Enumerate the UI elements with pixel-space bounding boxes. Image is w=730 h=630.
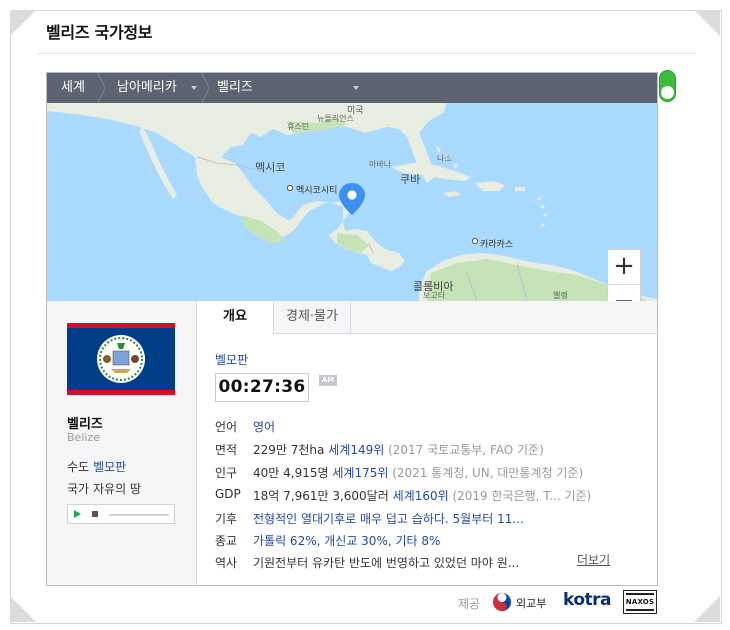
location-pin-icon [339, 183, 365, 215]
language-link[interactable]: 영어 [253, 418, 275, 435]
naxos-logo[interactable]: NAXOS [623, 590, 657, 614]
zoom-out-button[interactable]: — [608, 285, 640, 301]
country-summary: 벨리즈 Belize 수도 벨모판 국가 자유의 땅 [47, 301, 197, 585]
zoom-in-button[interactable]: + [608, 250, 640, 284]
map-label-cuba: 쿠바 [400, 173, 421, 186]
logo-bar [626, 609, 654, 611]
map-label-houston: 휴스턴 [287, 122, 310, 131]
map-label-mexico: 멕시코 [255, 161, 286, 174]
info-key: 역사 [215, 556, 238, 570]
info-key: 기후 [215, 512, 238, 526]
more-link[interactable]: 더보기 [577, 551, 610, 568]
population-rank-link[interactable]: 세계175위 [332, 466, 388, 480]
map-label-havana: 아바나 [369, 160, 392, 169]
country-name: 벨리즈 [67, 417, 103, 432]
anthem-player [67, 504, 175, 524]
chevron-down-icon[interactable] [353, 86, 359, 90]
corner-fold [10, 10, 36, 36]
corner-fold [10, 596, 36, 622]
stop-icon[interactable] [92, 511, 98, 517]
map-label-belem: 벨렝 [553, 291, 568, 300]
page-title: 벨리즈 국가정보 [46, 23, 153, 42]
religion-link[interactable]: 가톨릭 62%, 개신교 30%, 기타 8% [253, 532, 440, 549]
anthem-title: 자유의 땅 [93, 482, 142, 496]
breadcrumb-country[interactable]: 벨리즈 [217, 73, 253, 103]
flag-emblem [97, 335, 145, 383]
info-key: 인구 [215, 466, 238, 480]
map-zoom-control: + — [607, 249, 641, 301]
tab-economy[interactable]: 경제·물가 [274, 301, 351, 333]
capital-link[interactable]: 벨모판 [93, 460, 126, 474]
area-value: 229만 7천ha [253, 443, 325, 457]
naxos-text: NAXOS [625, 598, 655, 606]
country-name-english: Belize [67, 431, 100, 444]
chevron-down-icon[interactable] [191, 86, 197, 90]
history-text: 기원전부터 유카탄 반도에 번영하고 있었던 마야 원... [253, 556, 520, 570]
map-graphic [47, 103, 657, 301]
provider-label: 제공 [458, 597, 481, 611]
capital-label: 수도 [67, 460, 90, 474]
corner-fold [694, 596, 720, 622]
area-source: (2017 국토교통부, FAO 기준) [388, 443, 544, 457]
breadcrumb: 세계 남아메리카 벨리즈 [47, 73, 657, 103]
breadcrumb-separator [97, 73, 107, 103]
climate-link[interactable]: 전형적인 열대기후로 매우 덥고 습하다. 5월부터 11... [253, 510, 524, 527]
flag-image [67, 323, 175, 395]
map-label-bogota: 보고타 [423, 291, 446, 300]
play-icon[interactable] [74, 510, 81, 518]
player-progress-track[interactable] [109, 514, 169, 516]
panel-toggle[interactable] [659, 70, 676, 102]
taegeuk-icon [492, 592, 512, 612]
kotra-logo[interactable]: kotra [563, 590, 612, 610]
breadcrumb-continent[interactable]: 남아메리카 [117, 73, 177, 103]
map-label-mexico-city: 멕시코시티 [296, 186, 338, 196]
tab-overview[interactable]: 개요 [197, 301, 274, 334]
info-key: 언어 [215, 420, 238, 434]
map-view[interactable]: 휴스턴 뉴올리언스 미국 나소 아바나 멕시코 쿠바 멕시코시티 카라카스 콜롬… [47, 103, 657, 301]
title-divider [36, 53, 696, 54]
gdp-value: 18억 7,961만 3,600달러 [253, 489, 389, 503]
population-value: 40만 4,915명 [253, 466, 329, 480]
map-label-nassau: 나소 [437, 154, 452, 163]
info-key: 면적 [215, 443, 238, 457]
country-card: 세계 남아메리카 벨리즈 휴스턴 뉴올리언스 미국 나소 아바나 멕시코 쿠바 … [46, 72, 658, 586]
capital-row: 수도 벨모판 [67, 458, 126, 475]
breadcrumb-separator [201, 73, 211, 103]
am-pm-badge: AM [319, 375, 337, 386]
info-key: 종교 [215, 534, 238, 548]
gdp-source: (2019 한국은행, T... 기준) [452, 489, 592, 503]
area-rank-link[interactable]: 세계149위 [328, 443, 384, 457]
corner-fold [694, 10, 720, 36]
clock-city-link[interactable]: 벨모판 [215, 351, 248, 368]
population-source: (2021 통계청, UN, 대만통계청 기준) [392, 466, 584, 480]
info-key: GDP [215, 487, 241, 501]
local-time: 00:27:36 [215, 373, 309, 402]
anthem-row: 국가 자유의 땅 [67, 480, 141, 497]
toggle-knob [661, 86, 674, 99]
info-tabs: 개요 경제·물가 [197, 301, 657, 334]
breadcrumb-world[interactable]: 세계 [61, 73, 85, 103]
map-label-us: 미국 [347, 106, 364, 116]
map-label-caracas: 카라카스 [480, 240, 514, 250]
mofa-text: 외교부 [516, 597, 547, 610]
logo-bar [626, 593, 654, 595]
anthem-label: 국가 [67, 482, 90, 496]
gdp-rank-link[interactable]: 세계160위 [393, 489, 449, 503]
